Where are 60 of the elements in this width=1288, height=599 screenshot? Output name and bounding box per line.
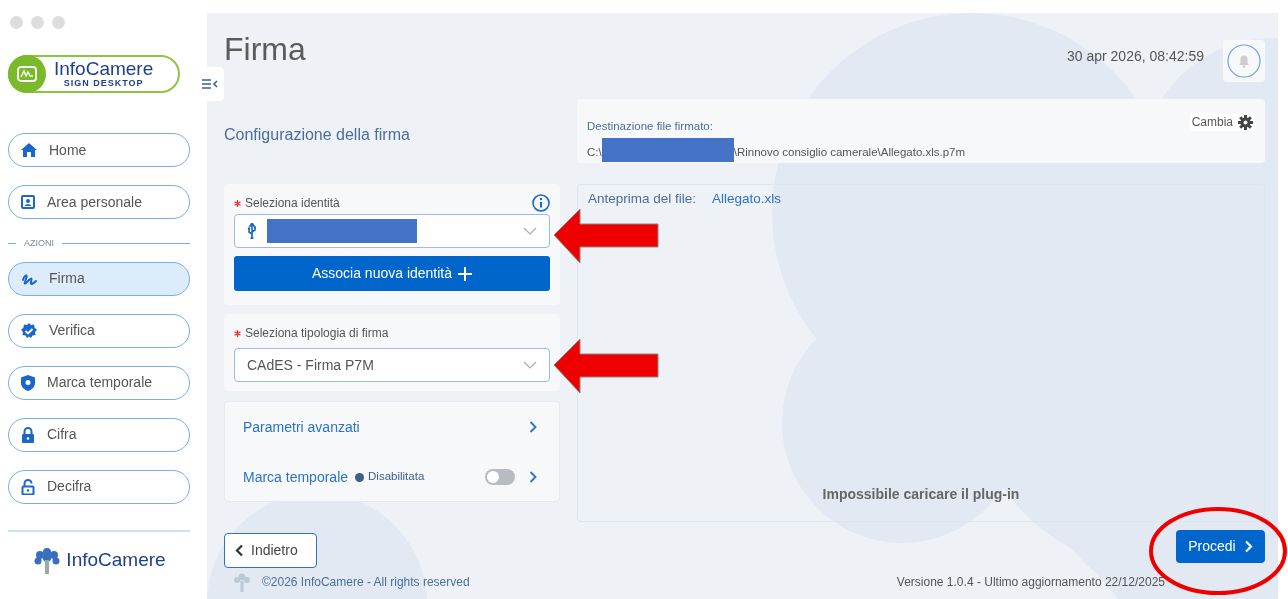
- timestamp-link[interactable]: Marca temporale: [243, 466, 349, 488]
- change-destination-button[interactable]: Cambia: [1189, 113, 1255, 131]
- lock-icon: [21, 426, 35, 443]
- preview-label: Anteprima del file:: [588, 190, 697, 208]
- home-icon: [21, 143, 37, 157]
- chevron-right-icon: [529, 421, 537, 433]
- minimize-window-icon[interactable]: [31, 16, 44, 29]
- signature-icon: [21, 271, 37, 286]
- shield-icon: [21, 374, 35, 391]
- version-text: Versione 1.0.4 - Ultimo aggiornamento 22/12/2025: [896, 574, 1165, 591]
- chevron-left-icon: [235, 544, 244, 557]
- logo-name: InfoCamere: [54, 60, 154, 78]
- field-label: Seleziona tipologia di firma: [245, 325, 389, 342]
- info-icon: [532, 194, 550, 212]
- add-identity-button[interactable]: Associa nuova identità: [234, 256, 550, 291]
- proceed-button[interactable]: Procedi: [1176, 530, 1265, 563]
- close-window-icon[interactable]: [10, 16, 23, 29]
- sidebar-item[interactable]: Decifra: [8, 469, 190, 504]
- tree-logo-icon: [232, 572, 252, 592]
- settings-icon: [1238, 114, 1253, 130]
- maximize-window-icon[interactable]: [52, 16, 65, 29]
- sidebar-item[interactable]: Home: [8, 133, 190, 167]
- advanced-parameters-link[interactable]: Parametri avanzati: [243, 416, 360, 438]
- destination-label: Destinazione file firmato:: [587, 119, 713, 134]
- dropdown-caret-icon: [523, 361, 537, 369]
- dropdown-caret-icon: [523, 227, 537, 235]
- collapse-sidebar-icon: [202, 78, 218, 90]
- section-title: Configurazione della firma: [224, 126, 410, 143]
- plus-icon: [458, 266, 473, 281]
- back-button[interactable]: Indietro: [224, 533, 317, 568]
- contact-card-icon: [21, 195, 35, 209]
- bell-icon: [1227, 44, 1261, 78]
- field-label: Seleziona identità: [245, 195, 340, 212]
- sidebar-item[interactable]: Verifica: [8, 313, 190, 348]
- logo-subtitle: SIGN DESKTOP: [62, 78, 145, 88]
- copyright-text: ©2026 InfoCamere - All rights reserved: [262, 574, 470, 591]
- identity-select[interactable]: [234, 214, 550, 248]
- chevron-right-icon: [529, 471, 537, 483]
- usb-icon: [247, 223, 257, 239]
- section-label: AZIONI: [24, 237, 54, 250]
- path-text: C:\: [587, 145, 602, 161]
- sidebar-item[interactable]: Cifra: [8, 417, 190, 452]
- unlocked-padlock-icon: [21, 478, 35, 495]
- notifications-button[interactable]: [1223, 40, 1265, 82]
- status-dot-icon: [355, 472, 365, 482]
- sidebar-item[interactable]: Firma: [8, 261, 190, 296]
- footer-logo-name: InfoCamere: [66, 548, 166, 573]
- path-text: \Rinnovo consiglio camerale\Allegato.xls.p7m: [733, 145, 966, 161]
- date-time: 30 apr 2026, 08:42:59: [1067, 47, 1204, 66]
- pen-signature-icon: [17, 66, 37, 82]
- timestamp-toggle[interactable]: [485, 469, 515, 485]
- verified-badge-icon: [21, 322, 37, 339]
- status-text: Disabilitata: [368, 469, 425, 485]
- sidebar-item[interactable]: Marca temporale: [8, 365, 190, 400]
- sidebar-item[interactable]: Area personale: [8, 185, 190, 219]
- signature-type-select[interactable]: CAdES - Firma P7M: [234, 348, 550, 382]
- preview-file-name: Allegato.xls: [712, 190, 782, 208]
- plugin-error-message: Impossibile caricare il plug-in: [821, 485, 1021, 504]
- page-title: Firma: [224, 30, 306, 68]
- chevron-right-icon: [1243, 540, 1253, 553]
